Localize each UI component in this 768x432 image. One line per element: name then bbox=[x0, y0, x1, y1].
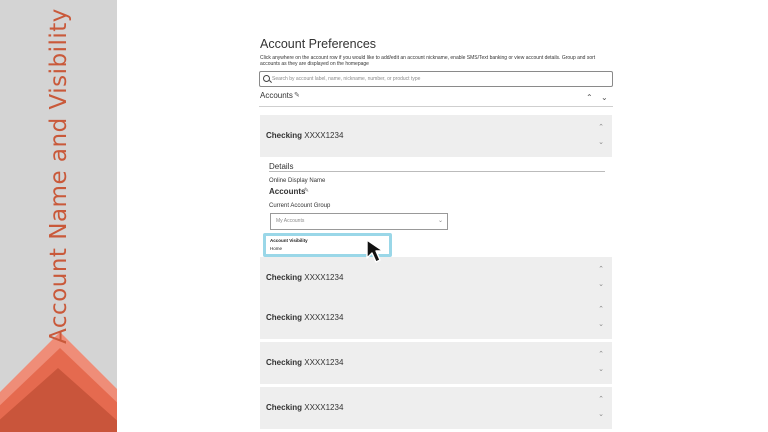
chevron-up-icon[interactable]: ⌃ bbox=[598, 266, 604, 273]
pencil-icon[interactable]: ✎ bbox=[294, 91, 300, 99]
account-group-select[interactable]: My Accounts ⌄ bbox=[270, 213, 448, 230]
chevron-down-icon[interactable]: ⌄ bbox=[601, 94, 608, 102]
account-group-value: My Accounts bbox=[276, 218, 305, 224]
mouse-pointer-icon bbox=[366, 239, 384, 263]
decor-triangle-dark bbox=[0, 368, 117, 432]
account-group-label: Current Account Group bbox=[269, 203, 331, 209]
chevron-down-icon: ⌄ bbox=[437, 218, 443, 224]
chevron-up-icon[interactable]: ⌃ bbox=[598, 396, 604, 403]
search-box bbox=[259, 71, 613, 87]
account-visibility-label: Account Visibility bbox=[270, 238, 308, 243]
search-input[interactable] bbox=[272, 72, 602, 86]
online-display-name-value: Accounts bbox=[269, 187, 306, 196]
chevron-up-icon[interactable]: ⌃ bbox=[598, 306, 604, 313]
account-row[interactable]: Checking XXXX1234 ⌃ ⌄ bbox=[260, 115, 612, 157]
chevron-up-icon[interactable]: ⌃ bbox=[598, 351, 604, 358]
online-display-name-label: Online Display Name bbox=[269, 178, 326, 184]
chevron-down-icon[interactable]: ⌄ bbox=[598, 411, 604, 418]
search-icon bbox=[263, 75, 270, 82]
account-row-label: Checking XXXX1234 bbox=[266, 273, 344, 282]
chevron-down-icon[interactable]: ⌄ bbox=[598, 139, 604, 146]
account-row-label: Checking XXXX1234 bbox=[266, 403, 344, 412]
divider bbox=[259, 106, 613, 107]
chevron-down-icon[interactable]: ⌄ bbox=[598, 321, 604, 328]
accounts-header: Accounts bbox=[260, 91, 293, 100]
sidebar-title: Account Name and Visibility bbox=[46, 8, 72, 344]
account-row-label: Checking XXXX1234 bbox=[266, 131, 344, 140]
chevron-up-icon[interactable]: ⌃ bbox=[598, 124, 604, 131]
account-visibility-value: Home bbox=[270, 246, 283, 251]
divider bbox=[269, 171, 605, 172]
account-row[interactable]: Checking XXXX1234 ⌃ ⌄ bbox=[260, 342, 612, 384]
account-row[interactable]: Checking XXXX1234 ⌃ ⌄ bbox=[260, 387, 612, 429]
account-row[interactable]: Checking XXXX1234 ⌃ ⌄ bbox=[260, 297, 612, 339]
chevron-up-icon[interactable]: ⌃ bbox=[586, 94, 593, 102]
main-panel: Account Preferences Click anywhere on th… bbox=[117, 0, 768, 432]
page-description: Click anywhere on the account row if you… bbox=[260, 55, 596, 68]
details-title: Details bbox=[269, 162, 294, 171]
chevron-down-icon[interactable]: ⌄ bbox=[598, 281, 604, 288]
account-row-label: Checking XXXX1234 bbox=[266, 313, 344, 322]
account-details: Details Online Display Name Accounts ✎ C… bbox=[260, 157, 612, 263]
account-row[interactable]: Checking XXXX1234 ⌃ ⌄ bbox=[260, 257, 612, 299]
account-row-label: Checking XXXX1234 bbox=[266, 358, 344, 367]
chevron-down-icon[interactable]: ⌄ bbox=[598, 366, 604, 373]
sidebar: Account Name and Visibility bbox=[0, 0, 117, 432]
pencil-icon[interactable]: ✎ bbox=[304, 187, 309, 194]
page-title: Account Preferences bbox=[260, 37, 377, 51]
